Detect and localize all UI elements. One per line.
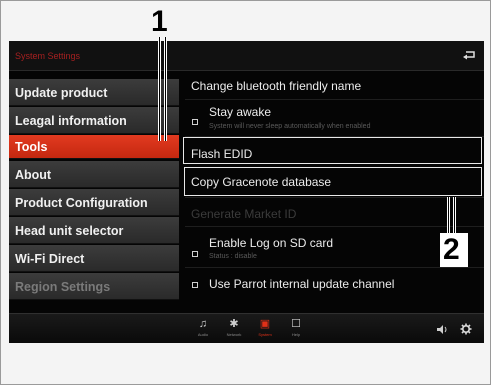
head-unit-screen: System Settings Update product Leagal in… <box>9 41 484 343</box>
menu-item-tools[interactable]: Tools <box>9 135 179 159</box>
music-note-icon: ♫ <box>198 318 208 330</box>
option-description: System will never sleep automatically wh… <box>209 123 371 130</box>
network-icon: ✱ <box>229 318 239 330</box>
callout-number-2: 2 <box>443 233 460 266</box>
callout-line-1 <box>158 37 161 141</box>
settings-menu: Update product Leagal information Tools … <box>9 73 179 313</box>
stay-awake-checkbox[interactable] <box>192 119 198 125</box>
callout-line-1b <box>164 37 167 141</box>
page-title: System Settings <box>15 51 81 61</box>
parrot-channel-checkbox[interactable] <box>192 282 198 288</box>
back-icon[interactable] <box>462 49 476 61</box>
menu-item-about[interactable]: About <box>9 161 179 188</box>
nav-label: Network <box>226 332 242 337</box>
menu-item-wifi-direct[interactable]: Wi-Fi Direct <box>9 245 179 272</box>
nav-label: System <box>258 332 272 337</box>
menu-item-label: Product Configuration <box>15 196 148 210</box>
nav-network[interactable]: ✱ Network <box>220 318 248 342</box>
menu-item-product-configuration[interactable]: Product Configuration <box>9 189 179 216</box>
nav-system[interactable]: ▣ System <box>251 318 279 342</box>
nav-label: Help <box>291 332 301 337</box>
callout-line-2 <box>447 197 450 237</box>
menu-item-label: Leagal information <box>15 114 127 128</box>
menu-item-label: Head unit selector <box>15 224 124 238</box>
callout-number-1: 1 <box>151 5 168 38</box>
menu-item-label: About <box>15 168 52 182</box>
option-label: Stay awake <box>209 105 272 119</box>
option-label: Enable Log on SD card <box>209 236 334 250</box>
gear-icon[interactable] <box>460 323 472 335</box>
screenshot-frame: System Settings Update product Leagal in… <box>0 0 491 385</box>
menu-item-label: Region Settings <box>15 280 111 294</box>
selected-option-frame <box>184 167 482 196</box>
menu-item-region-settings[interactable]: Region Settings <box>9 273 179 300</box>
system-icon: ▣ <box>259 318 271 330</box>
help-icon: ☐ <box>291 318 301 330</box>
option-label: Generate Market ID <box>191 207 297 221</box>
menu-item-label: Wi-Fi Direct <box>15 252 85 266</box>
option-description: Status : disable <box>209 253 257 260</box>
nav-help[interactable]: ☐ Help <box>282 318 310 342</box>
option-parrot-update-channel[interactable]: Use Parrot internal update channel <box>185 268 484 298</box>
header-bar: System Settings <box>9 41 484 71</box>
nav-audio[interactable]: ♫ Audio <box>189 318 217 342</box>
option-change-bluetooth-name[interactable]: Change bluetooth friendly name <box>185 73 484 99</box>
menu-item-update-product[interactable]: Update product <box>9 79 179 106</box>
menu-item-label: Update product <box>15 86 108 100</box>
menu-item-legal-information[interactable]: Leagal information <box>9 107 179 134</box>
option-label: Use Parrot internal update channel <box>209 277 395 291</box>
option-generate-market-id: Generate Market ID <box>185 198 484 226</box>
menu-item-head-unit-selector[interactable]: Head unit selector <box>9 217 179 244</box>
option-stay-awake[interactable]: Stay awake System will never sleep autom… <box>185 100 484 136</box>
bottom-navigation-bar: ♫ Audio ✱ Network ▣ System ☐ Help <box>9 313 484 343</box>
menu-item-label: Tools <box>15 140 48 154</box>
option-label: Change bluetooth friendly name <box>191 79 362 93</box>
nav-label: Audio <box>197 332 209 337</box>
tools-highlight-frame <box>183 137 482 164</box>
enable-log-checkbox[interactable] <box>192 251 198 257</box>
speaker-icon[interactable] <box>436 324 448 335</box>
callout-line-2b <box>453 197 456 237</box>
